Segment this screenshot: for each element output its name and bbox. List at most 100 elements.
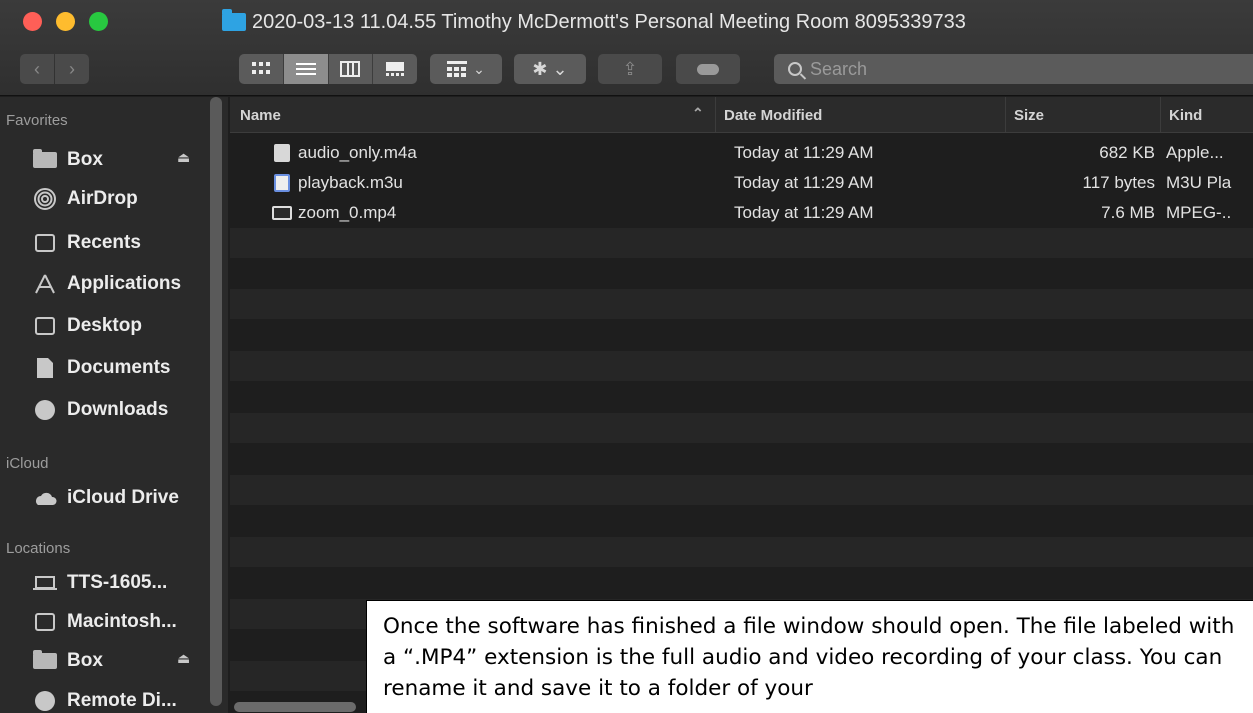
column-header-row: Name ⌃ Date Modified Size Kind [230,97,1253,133]
audio-file-icon [274,144,290,162]
search-placeholder: Search [810,58,868,79]
desktop-icon [35,317,55,335]
column-header-date[interactable]: Date Modified [715,97,1005,133]
forward-button[interactable]: › [55,54,89,84]
sidebar-item-applications[interactable]: Applications [33,266,181,302]
zoom-window-button[interactable] [89,12,108,31]
sidebar-item-box[interactable]: Box [33,142,103,178]
column-header-kind[interactable]: Kind [1160,97,1253,133]
share-icon: ⇪ [622,58,638,79]
gallery-view-button[interactable] [373,54,417,84]
file-date: Today at 11:29 AM [734,143,874,162]
view-mode-control [239,54,417,84]
eject-icon[interactable]: ⏏ [177,650,190,667]
list-view-button[interactable] [283,54,329,84]
applications-icon [33,273,57,295]
sidebar-item-tts[interactable]: TTS-1605... [33,565,167,601]
sidebar-item-remote-disc[interactable]: Remote Di... [33,683,177,713]
recents-icon [35,234,55,252]
empty-row [230,228,1253,258]
instruction-caption: Once the software has finished a file wi… [366,600,1253,713]
downloads-icon [35,400,55,420]
empty-row [230,568,1253,598]
sidebar-item-label: Applications [67,273,182,294]
sidebar-item-desktop[interactable]: Desktop [33,308,142,344]
sidebar-item-recents[interactable]: Recents [33,225,141,261]
sidebar-item-label: iCloud Drive [67,487,179,508]
sidebar-item-macintosh[interactable]: Macintosh... [33,604,177,640]
file-size: 682 KB [1099,143,1155,162]
empty-row [230,351,1253,381]
empty-row [230,289,1253,319]
file-name: playback.m3u [298,173,403,192]
sidebar-section-icloud: iCloud [6,455,49,472]
laptop-icon [33,572,57,594]
file-row[interactable]: playback.m3u Today at 11:29 AM 117 bytes… [230,168,1253,198]
file-kind: MPEG-.. [1166,203,1232,222]
sidebar: Favorites Box ⏏ AirDrop Recents Applicat… [0,97,228,713]
file-date: Today at 11:29 AM [734,173,874,192]
sidebar-item-label: Desktop [67,315,142,336]
sidebar-item-label: Recents [67,232,141,253]
column-header-name[interactable]: Name [230,97,715,133]
file-size: 7.6 MB [1101,203,1155,222]
sidebar-item-label: AirDrop [67,188,138,209]
file-name: audio_only.m4a [298,143,417,162]
column-view-icon [340,61,361,77]
column-view-button[interactable] [328,54,374,84]
sidebar-section-locations: Locations [6,540,71,557]
empty-row [230,506,1253,536]
action-menu-button[interactable]: ✱ ⌄ [514,54,586,84]
eject-icon[interactable]: ⏏ [177,149,190,166]
close-window-button[interactable] [23,12,42,31]
cloud-icon [33,487,57,509]
group-by-button[interactable]: ⌄ [430,54,502,84]
tag-icon [697,63,719,75]
empty-row [230,475,1253,505]
sidebar-item-downloads[interactable]: Downloads [33,392,168,428]
tags-button[interactable] [676,54,740,84]
search-input[interactable]: Search [774,54,1253,84]
empty-row [230,413,1253,443]
window-title-text: 2020-03-13 11.04.55 Timothy McDermott's … [252,10,966,33]
sidebar-scrollbar[interactable] [210,97,222,706]
sidebar-item-airdrop[interactable]: AirDrop [33,181,138,217]
playlist-file-icon [274,174,290,192]
empty-row [230,320,1253,350]
file-kind: M3U Pla [1166,173,1232,192]
video-file-icon [272,206,292,220]
disk-icon [35,613,55,631]
sidebar-item-label: Macintosh... [67,611,177,632]
chevron-down-icon: ⌄ [473,60,485,77]
sidebar-item-label: Downloads [67,399,169,420]
sidebar-item-box-location[interactable]: Box [33,643,103,679]
icon-view-button[interactable] [239,54,284,84]
share-button[interactable]: ⇪ [598,54,662,84]
file-row[interactable]: audio_only.m4a Today at 11:29 AM 682 KB … [230,138,1253,168]
sidebar-item-label: Box [67,149,103,170]
documents-icon [33,357,57,379]
toolbar: 2020-03-13 11.04.55 Timothy McDermott's … [0,0,1253,96]
chevron-right-icon: › [69,58,75,79]
sidebar-section-favorites: Favorites [6,112,68,129]
gallery-view-icon [386,62,405,76]
folder-icon [33,650,57,669]
minimize-window-button[interactable] [56,12,75,31]
group-icon [447,61,468,77]
sidebar-item-label: Box [67,650,103,671]
empty-row [230,444,1253,474]
horizontal-scrollbar[interactable] [234,702,356,712]
sidebar-item-icloud-drive[interactable]: iCloud Drive [33,480,179,516]
empty-row [230,382,1253,412]
file-kind: Apple... [1166,143,1224,162]
sidebar-item-documents[interactable]: Documents [33,350,170,386]
back-button[interactable]: ‹ [20,54,54,84]
list-view-icon [295,63,316,75]
sidebar-item-label: TTS-1605... [67,572,168,593]
column-header-size[interactable]: Size [1005,97,1160,133]
file-row[interactable]: zoom_0.mp4 Today at 11:29 AM 7.6 MB MPEG… [230,198,1253,228]
gear-icon: ✱ ⌄ [532,58,568,79]
file-size: 117 bytes [1082,173,1155,192]
airdrop-icon [33,188,57,210]
empty-row [230,537,1253,567]
